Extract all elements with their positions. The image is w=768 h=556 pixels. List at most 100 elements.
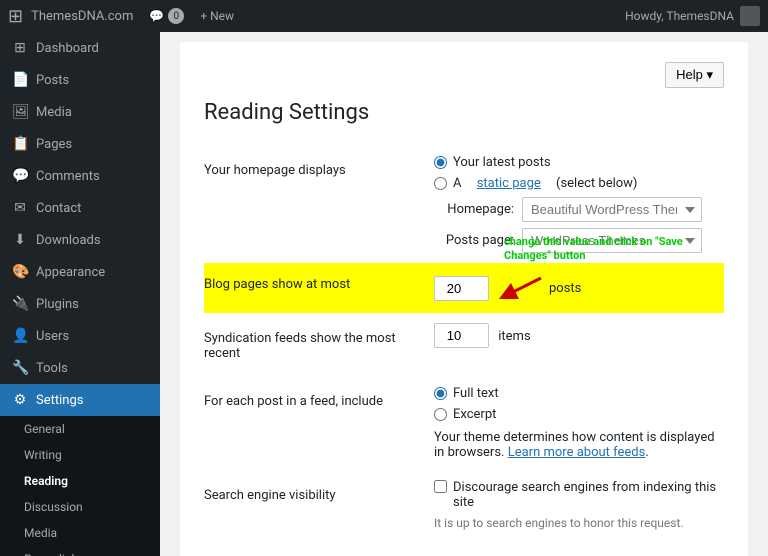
- topbar-right: Howdy, ThemesDNA: [625, 6, 760, 26]
- annotation-text: change this value and click on "Save Cha…: [504, 235, 704, 264]
- blog-pages-row: Blog pages show at most: [204, 263, 724, 313]
- user-avatar: [740, 6, 760, 26]
- blog-pages-label: Blog pages show at most: [204, 263, 434, 313]
- blog-pages-input[interactable]: [434, 276, 489, 301]
- howdy-text: Howdy, ThemesDNA: [625, 9, 734, 23]
- sidebar-item-dashboard[interactable]: ⊞ Dashboard: [0, 32, 160, 64]
- wp-logo-icon: ⊞: [8, 6, 23, 27]
- radio-latest-posts-row: Your latest posts: [434, 155, 724, 170]
- sidebar-item-label: Tools: [36, 361, 68, 376]
- sidebar-item-pages[interactable]: 📋 Pages: [0, 128, 160, 160]
- sidebar-item-tools[interactable]: 🔧 Tools: [0, 352, 160, 384]
- sidebar-item-posts[interactable]: 📄 Posts: [0, 64, 160, 96]
- pages-icon: 📋: [12, 136, 28, 152]
- sidebar-item-plugins[interactable]: 🔌 Plugins: [0, 288, 160, 320]
- search-visibility-row: Search engine visibility Discourage sear…: [204, 470, 724, 540]
- sidebar-item-label: Posts: [36, 73, 69, 88]
- syndication-value-cell: items: [434, 313, 724, 376]
- radio-full-text[interactable]: [434, 387, 447, 400]
- sidebar-item-label: Comments: [36, 169, 100, 184]
- settings-form-table: Your homepage displays Your latest posts: [204, 145, 724, 540]
- settings-submenu: General Writing Reading Discussion Media…: [0, 416, 160, 556]
- sidebar-item-label: Contact: [36, 201, 81, 216]
- radio-static-page[interactable]: [434, 177, 447, 190]
- submenu-item-discussion[interactable]: Discussion: [0, 494, 160, 520]
- radio-excerpt-row: Excerpt: [434, 407, 724, 422]
- sidebar-item-media[interactable]: 🖼 Media: [0, 96, 160, 128]
- settings-icon: ⚙: [12, 392, 28, 408]
- homepage-select-row: Homepage: Beautiful WordPress Themes: [434, 197, 724, 222]
- posts-icon: 📄: [12, 72, 28, 88]
- search-visibility-desc: It is up to search engines to honor this…: [434, 516, 724, 530]
- sidebar-item-label: Appearance: [36, 265, 105, 280]
- downloads-icon: ⬇: [12, 232, 28, 248]
- radio-excerpt-label: Excerpt: [453, 407, 496, 422]
- sidebar-item-label: Settings: [36, 393, 83, 408]
- sidebar-item-label: Media: [36, 105, 72, 120]
- dashboard-icon: ⊞: [12, 40, 28, 56]
- feed-include-row: For each post in a feed, include Full te…: [204, 376, 724, 470]
- syndication-unit: items: [498, 329, 530, 344]
- media-icon: 🖼: [12, 104, 28, 120]
- annotation-area: posts change this value and click on "Sa…: [434, 273, 724, 303]
- homepage-displays-label: Your homepage displays: [204, 145, 434, 263]
- sidebar-item-contact[interactable]: ✉ Contact: [0, 192, 160, 224]
- feed-description: Your theme determines how content is dis…: [434, 430, 724, 460]
- sidebar-item-label: Plugins: [36, 297, 79, 312]
- blog-pages-unit: posts: [549, 281, 581, 296]
- syndication-label: Syndication feeds show the most recent: [204, 313, 434, 376]
- sidebar-item-users[interactable]: 👤 Users: [0, 320, 160, 352]
- submenu-item-permalinks[interactable]: Permalinks: [0, 546, 160, 556]
- site-name[interactable]: ThemesDNA.com: [31, 9, 133, 24]
- homepage-select[interactable]: Beautiful WordPress Themes: [522, 197, 702, 222]
- comments-icon: 💬: [12, 168, 28, 184]
- red-arrow-icon: [493, 273, 543, 303]
- plugins-icon: 🔌: [12, 296, 28, 312]
- tools-icon: 🔧: [12, 360, 28, 376]
- sidebar-item-downloads[interactable]: ⬇ Downloads: [0, 224, 160, 256]
- help-button[interactable]: Help ▾: [665, 62, 724, 88]
- static-page-suffix: (select below): [556, 176, 637, 191]
- submenu-label: General: [24, 422, 65, 436]
- posts-page-select-label: Posts page:: [434, 233, 514, 248]
- radio-excerpt[interactable]: [434, 408, 447, 421]
- help-bar: Help ▾: [204, 62, 724, 88]
- comments-link[interactable]: 💬 0: [149, 8, 184, 24]
- feed-include-options: Full text Excerpt Your theme determines …: [434, 376, 724, 470]
- radio-static-page-row: A static page (select below): [434, 176, 724, 191]
- feeds-learn-more-link[interactable]: Learn more about feeds: [508, 445, 646, 460]
- submenu-label: Writing: [24, 448, 62, 462]
- submenu-item-writing[interactable]: Writing: [0, 442, 160, 468]
- sidebar-item-comments[interactable]: 💬 Comments: [0, 160, 160, 192]
- feed-include-label: For each post in a feed, include: [204, 376, 434, 470]
- submenu-label: Reading: [24, 474, 68, 488]
- sidebar-item-label: Pages: [36, 137, 72, 152]
- radio-full-text-row: Full text: [434, 386, 724, 401]
- search-visibility-checkbox-row: Discourage search engines from indexing …: [434, 480, 724, 510]
- sidebar: ⊞ Dashboard 📄 Posts 🖼 Media 📋 Pages 💬 Co…: [0, 32, 160, 556]
- static-page-link[interactable]: static page: [477, 176, 541, 191]
- radio-latest-posts[interactable]: [434, 156, 447, 169]
- submenu-item-general[interactable]: General: [0, 416, 160, 442]
- syndication-row: Syndication feeds show the most recent i…: [204, 313, 724, 376]
- sidebar-item-label: Downloads: [36, 233, 101, 248]
- sidebar-item-label: Users: [36, 329, 69, 344]
- topbar: ⊞ ThemesDNA.com 💬 0 + New Howdy, ThemesD…: [0, 0, 768, 32]
- appearance-icon: 🎨: [12, 264, 28, 280]
- submenu-label: Media: [24, 526, 57, 540]
- search-visibility-checkbox-label: Discourage search engines from indexing …: [453, 480, 724, 510]
- sidebar-item-appearance[interactable]: 🎨 Appearance: [0, 256, 160, 288]
- search-visibility-options: Discourage search engines from indexing …: [434, 470, 724, 540]
- comments-count: 0: [168, 8, 184, 24]
- search-visibility-label: Search engine visibility: [204, 470, 434, 540]
- submenu-item-media[interactable]: Media: [0, 520, 160, 546]
- syndication-input[interactable]: [434, 323, 489, 348]
- submenu-item-reading[interactable]: Reading: [0, 468, 160, 494]
- new-content-link[interactable]: + New: [200, 9, 234, 23]
- homepage-select-label: Homepage:: [434, 202, 514, 217]
- sidebar-item-settings[interactable]: ⚙ Settings: [0, 384, 160, 416]
- radio-static-page-prefix: A: [453, 176, 461, 191]
- homepage-radio-group: Your latest posts A static page (select …: [434, 155, 724, 191]
- search-visibility-checkbox[interactable]: [434, 480, 447, 493]
- radio-latest-posts-label: Your latest posts: [453, 155, 551, 170]
